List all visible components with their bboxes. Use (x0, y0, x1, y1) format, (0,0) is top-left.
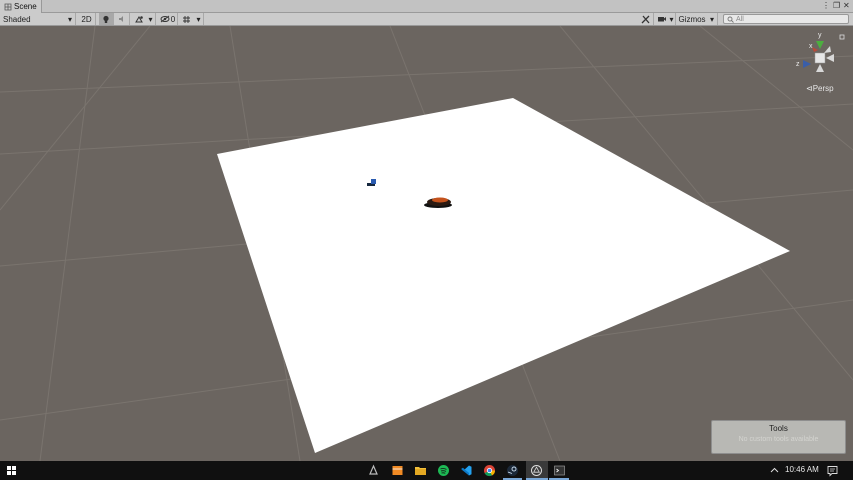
neg-y-cone[interactable] (816, 64, 824, 72)
close-icon[interactable]: ✕ (843, 1, 850, 10)
effects-icon (134, 15, 143, 22)
restore-icon[interactable]: ❐ (833, 1, 840, 10)
projection-label: Persp (812, 84, 834, 93)
hidden-eye-icon (160, 15, 170, 23)
wrench-icon (641, 15, 650, 23)
gizmos-label: Gizmos (678, 14, 706, 24)
ground-plane[interactable] (217, 98, 790, 453)
camera-settings-button[interactable] (656, 13, 668, 25)
lighting-toggle-button[interactable] (99, 13, 114, 25)
tab-scene-label: Scene (14, 2, 37, 11)
x-axis-cone[interactable] (812, 47, 818, 52)
chevron-down-icon: ▾ (669, 14, 674, 24)
gizmo-y-label: y (818, 32, 822, 39)
projection-toggle[interactable]: ⊲Persp (806, 84, 834, 93)
neg-x-cone[interactable] (826, 54, 834, 62)
chevron-up-icon[interactable] (768, 464, 781, 477)
effects-toggle-button[interactable] (132, 13, 146, 25)
camera-icon (658, 17, 666, 22)
tab-bar: Scene ⋮ ❐ ✕ (0, 0, 853, 13)
neg-z-cone[interactable] (824, 46, 831, 53)
grid-icon (183, 15, 190, 23)
speaker-icon (118, 16, 123, 22)
gizmo-z-label: z (796, 61, 800, 68)
clock[interactable]: 10:46 AM (785, 465, 819, 474)
persp-icon: ⊲ (806, 84, 813, 93)
chrome-icon[interactable] (483, 464, 496, 477)
y-axis-cone[interactable] (816, 41, 824, 49)
tools-overlay: Tools No custom tools available (711, 420, 846, 454)
tools-overlay-title: Tools (769, 424, 788, 433)
camera-settings-dropdown[interactable]: ▾ (668, 13, 676, 25)
shading-mode-dropdown[interactable]: Shaded ▾ (0, 13, 76, 25)
hidden-count: 0 (170, 14, 176, 24)
chevron-down-icon: ▾ (709, 14, 714, 24)
gizmos-button[interactable]: Gizmos (677, 13, 707, 25)
toggle-2d-button[interactable]: 2D (78, 13, 96, 25)
z-axis-cone[interactable] (803, 60, 811, 68)
scene-visibility-button[interactable]: 0 (158, 13, 178, 25)
audio-toggle-button[interactable] (115, 13, 130, 25)
mail-icon[interactable] (391, 464, 404, 477)
shading-mode-label: Shaded (3, 14, 31, 24)
unity-icon[interactable] (530, 464, 543, 477)
spotify-icon[interactable] (437, 464, 450, 477)
grid-toggle-button[interactable] (180, 13, 193, 25)
gizmo-x-label: x (809, 43, 813, 50)
search-icon (727, 16, 734, 23)
scene-search-input[interactable]: All (723, 14, 849, 24)
scene-viewport[interactable]: y x z (0, 26, 853, 461)
tab-scene[interactable]: Scene (0, 0, 42, 13)
chevron-down-icon: ▾ (148, 14, 153, 24)
grid-icon (4, 3, 12, 10)
window-menu-icon[interactable]: ⋮ (822, 1, 830, 10)
orientation-gizmo[interactable]: y x z (796, 32, 845, 72)
search-placeholder: All (736, 15, 744, 23)
scene-toolbar: Shaded ▾ 2D ▾ 0 ▾ ▾ Gizmos ▾ All (0, 13, 853, 26)
lightbulb-icon (103, 15, 109, 23)
windows-start-icon[interactable] (5, 464, 18, 477)
grid-dropdown[interactable]: ▾ (194, 13, 204, 25)
chevron-down-icon: ▾ (196, 14, 201, 24)
terminal-icon[interactable] (553, 464, 566, 477)
gizmos-dropdown[interactable]: ▾ (707, 13, 718, 25)
gizmo-center-cube[interactable] (814, 52, 826, 64)
chevron-down-icon: ▾ (67, 14, 72, 24)
lock-icon[interactable] (839, 34, 845, 40)
effects-dropdown[interactable]: ▾ (146, 13, 156, 25)
steam-icon[interactable] (506, 464, 519, 477)
toggle-2d-label: 2D (81, 14, 92, 24)
app-icon[interactable] (367, 464, 380, 477)
file-explorer-icon[interactable] (414, 464, 427, 477)
tools-overlay-subtitle: No custom tools available (738, 436, 819, 443)
vscode-icon[interactable] (460, 464, 473, 477)
notifications-icon[interactable] (826, 464, 839, 477)
tools-toggle-button[interactable] (638, 13, 654, 25)
taskbar: 10:46 AM (0, 461, 853, 480)
